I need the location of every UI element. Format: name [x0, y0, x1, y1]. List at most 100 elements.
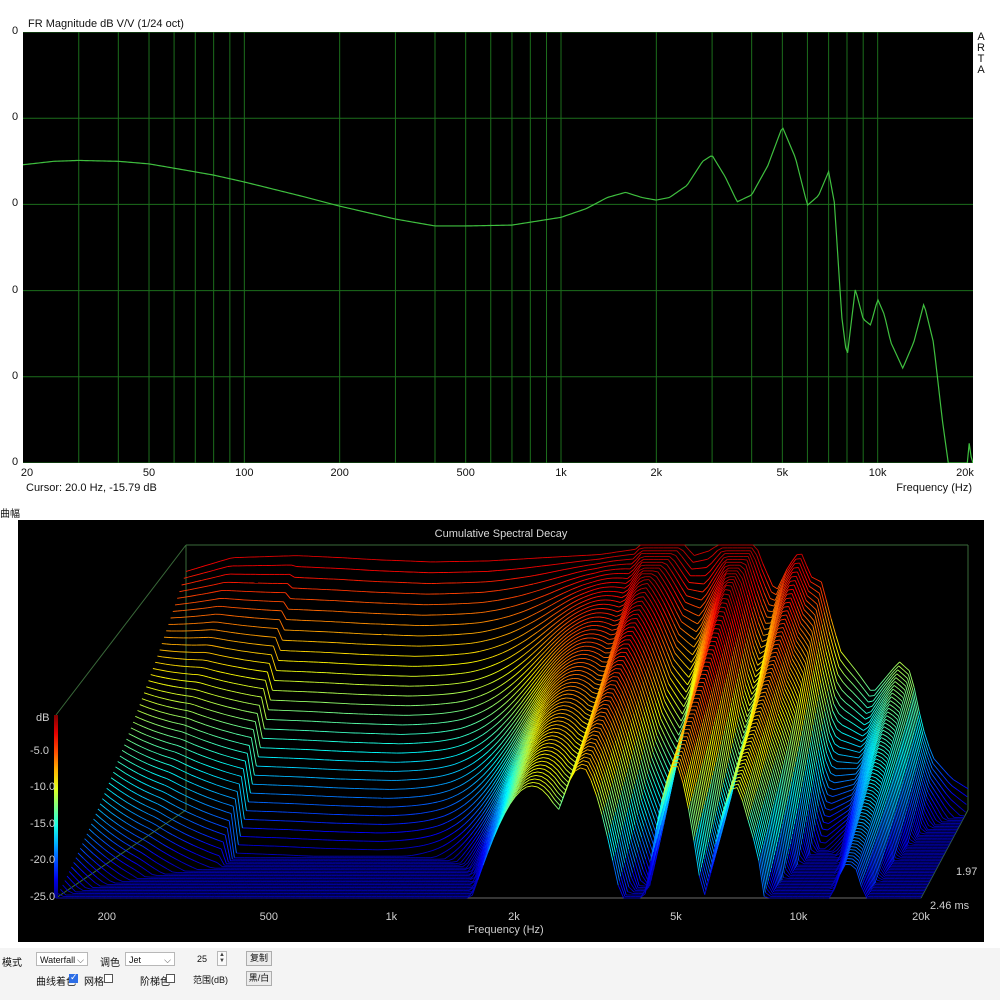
csd-slice-segment: [882, 729, 889, 734]
csd-slice-segment: [883, 676, 890, 684]
csd-slice-segment: [844, 748, 850, 751]
csd-slice-segment: [723, 611, 730, 628]
csd-slice-segment: [516, 642, 523, 646]
csd-slice-segment: [942, 775, 948, 782]
csd-slice-segment: [469, 706, 475, 709]
csd-slice-segment: [831, 828, 837, 833]
csd-slice-segment: [617, 609, 623, 613]
csd-slice-segment: [423, 794, 429, 797]
csd-slice-segment: [240, 717, 246, 720]
csd-slice-segment: [699, 551, 705, 555]
fr-x-tick-label: 200: [330, 467, 349, 479]
csd-slice-segment: [604, 556, 610, 559]
csd-slice-segment: [163, 684, 169, 686]
csd-slice-segment: [790, 695, 797, 709]
csd-slice-segment: [739, 711, 746, 728]
csd-slice-segment: [794, 562, 800, 565]
csd-slice-segment: [541, 624, 548, 629]
csd-slice-segment: [653, 707, 660, 725]
csd-slice-segment: [433, 840, 440, 843]
csd-slice-segment: [943, 769, 949, 776]
csd-slice-segment: [210, 766, 216, 770]
csd-slice-segment: [900, 681, 907, 687]
csd-slice-segment: [489, 756, 496, 763]
csd-slice-segment: [226, 706, 233, 709]
csd-slice-segment: [821, 624, 828, 646]
csd-slice-segment: [643, 676, 650, 693]
csd-slice-segment: [564, 661, 571, 666]
csd-slice-segment: [481, 759, 487, 765]
csd-slice-segment: [507, 647, 513, 652]
csd-slice-segment: [472, 687, 478, 691]
csd-slice-segment: [146, 686, 152, 689]
csd-slice-segment: [742, 613, 749, 634]
csd-slice-segment: [921, 781, 928, 797]
csd-slice-segment: [816, 604, 823, 625]
csd-slice-segment: [838, 786, 844, 789]
csd-slice-segment: [574, 646, 580, 650]
csd-slice-segment: [685, 569, 691, 577]
csd-slice-segment: [211, 645, 217, 647]
csd-slice-segment: [825, 808, 831, 811]
csd-slice-segment: [878, 747, 884, 752]
csd-slice-segment: [469, 754, 475, 759]
csd-slice-segment: [570, 669, 577, 672]
csd-slice-segment: [839, 746, 845, 749]
csd-slice-segment: [477, 686, 483, 689]
csd-slice-segment: [678, 634, 685, 640]
csd-slice-segment: [606, 565, 612, 567]
csd-slice-segment: [473, 797, 479, 804]
csd-slice-segment: [571, 604, 578, 608]
csd-slice-segment: [178, 723, 184, 726]
csd-slice-segment: [551, 677, 558, 684]
csd-slice-segment: [460, 672, 466, 674]
csd-slice-segment: [440, 730, 446, 733]
csd-slice-segment: [663, 574, 670, 583]
csd-slice-segment: [432, 825, 438, 828]
fr-chart-svg[interactable]: [22, 31, 974, 464]
csd-slice-segment: [215, 560, 221, 564]
csd-slice-segment: [681, 556, 688, 564]
csd-slice-segment: [177, 760, 184, 764]
csd-slice-segment: [498, 643, 505, 647]
csd-slice-segment: [585, 602, 591, 606]
csd-slice-segment: [595, 571, 601, 574]
csd-slice-segment: [695, 605, 701, 609]
csd-slice-segment: [142, 712, 148, 716]
csd-slice-segment: [492, 654, 498, 658]
csd-slice-segment: [793, 618, 800, 633]
csd-slice-segment: [202, 755, 208, 759]
csd-slice-segment: [657, 571, 664, 580]
csd-slice-segment: [613, 559, 619, 562]
csd-slice-segment: [569, 648, 575, 653]
csd-slice-segment: [750, 617, 757, 635]
csd-slice-segment: [144, 706, 151, 709]
csd-slice-segment: [860, 676, 866, 684]
csd-slice-segment: [524, 667, 530, 674]
csd-slice-segment: [204, 651, 210, 654]
csd-slice-segment: [788, 606, 795, 620]
csd-slice-segment: [694, 582, 700, 584]
csd-slice-segment: [687, 617, 693, 622]
csd-slice-segment: [804, 634, 811, 643]
csd-slice-segment: [793, 567, 799, 569]
csd-slice-segment: [506, 741, 513, 750]
fr-plot-area[interactable]: [22, 31, 974, 464]
csd-slice-segment: [764, 628, 770, 630]
csd-slice-segment: [596, 583, 602, 586]
csd-slice-segment: [191, 735, 197, 738]
csd-slice-segment: [815, 818, 822, 836]
csd-slice-segment: [462, 717, 468, 720]
csd-slice-segment: [475, 641, 481, 644]
csd-slice-segment: [165, 677, 171, 680]
csd-slice-segment: [575, 617, 582, 621]
csd-slice-segment: [955, 803, 961, 809]
csd-slice-segment: [829, 813, 835, 818]
csd-slice-segment: [198, 769, 204, 773]
csd-slice-segment: [583, 564, 589, 567]
csd-slice-segment: [593, 687, 600, 691]
csd-slice-segment: [662, 741, 669, 753]
csd-slice-segment: [499, 690, 505, 695]
csd-slice-segment: [581, 587, 587, 591]
csd-slice-segment: [145, 769, 151, 773]
